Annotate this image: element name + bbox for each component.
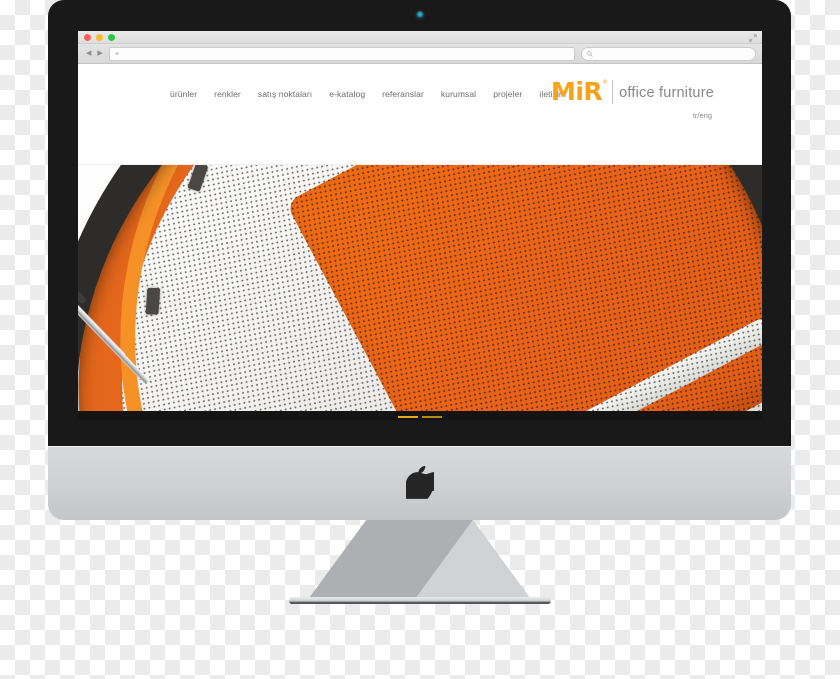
webcam-icon <box>415 11 424 19</box>
browser-toolbar: ◀ ▶ + <box>78 44 762 64</box>
address-bar[interactable]: + <box>108 46 575 61</box>
browser-titlebar <box>78 31 762 44</box>
logo-wordmark: MiR <box>550 77 603 106</box>
nav-item-e-katalog[interactable]: e-katalog <box>329 89 365 99</box>
minimize-button[interactable] <box>96 34 103 41</box>
chair-frame <box>78 165 762 420</box>
monitor-stand-base <box>288 597 551 604</box>
canvas-backdrop: ◀ ▶ + ürünler renkler satış noktaları e-… <box>0 0 840 679</box>
imac-device: ◀ ▶ + ürünler renkler satış noktaları e-… <box>48 0 791 604</box>
logo-tagline: office furniture <box>619 85 714 101</box>
nav-item-referanslar[interactable]: referanslar <box>382 89 424 99</box>
nav-item-projeler[interactable]: projeler <box>493 89 522 99</box>
logo-lockup: MiR ® office furniture <box>550 77 714 106</box>
frame-notch <box>145 288 161 315</box>
navigation-buttons: ◀ ▶ <box>84 50 103 57</box>
logo-divider <box>612 80 614 104</box>
website-page: ürünler renkler satış noktaları e-katalo… <box>78 64 762 420</box>
search-icon <box>587 50 593 57</box>
window-controls <box>84 34 115 41</box>
nav-item-renkler[interactable]: renkler <box>214 89 241 99</box>
site-header: ürünler renkler satış noktaları e-katalo… <box>78 64 762 165</box>
nav-item-satis-noktalari[interactable]: satış noktaları <box>258 89 312 99</box>
slider-dot-2[interactable] <box>422 416 442 418</box>
registered-trademark-icon: ® <box>602 79 609 86</box>
monitor-chin <box>48 446 791 520</box>
address-bar-text: + <box>114 48 120 58</box>
slider-dot-1[interactable] <box>398 416 418 418</box>
forward-arrow-icon[interactable]: ▶ <box>97 50 102 57</box>
zoom-button[interactable] <box>108 34 115 41</box>
expand-arrow-icon[interactable] <box>749 34 757 42</box>
slider-pagination <box>398 416 442 418</box>
search-input[interactable] <box>581 46 756 61</box>
close-button[interactable] <box>84 34 91 41</box>
language-switcher[interactable]: tr/eng <box>551 111 714 120</box>
browser-window: ◀ ▶ + ürünler renkler satış noktaları e-… <box>78 31 762 420</box>
nav-item-kurumsal[interactable]: kurumsal <box>441 89 476 99</box>
nav-item-urunler[interactable]: ürünler <box>170 89 197 99</box>
main-navigation: ürünler renkler satış noktaları e-katalo… <box>170 89 566 99</box>
site-logo[interactable]: MiR ® office furniture tr/eng <box>551 78 714 120</box>
apple-logo-icon <box>405 465 434 499</box>
hero-slider <box>78 165 762 420</box>
hero-image-chair <box>78 165 762 420</box>
monitor-bezel: ◀ ▶ + ürünler renkler satış noktaları e-… <box>48 0 791 448</box>
back-arrow-icon[interactable]: ◀ <box>86 50 91 57</box>
frame-notch <box>187 165 209 192</box>
